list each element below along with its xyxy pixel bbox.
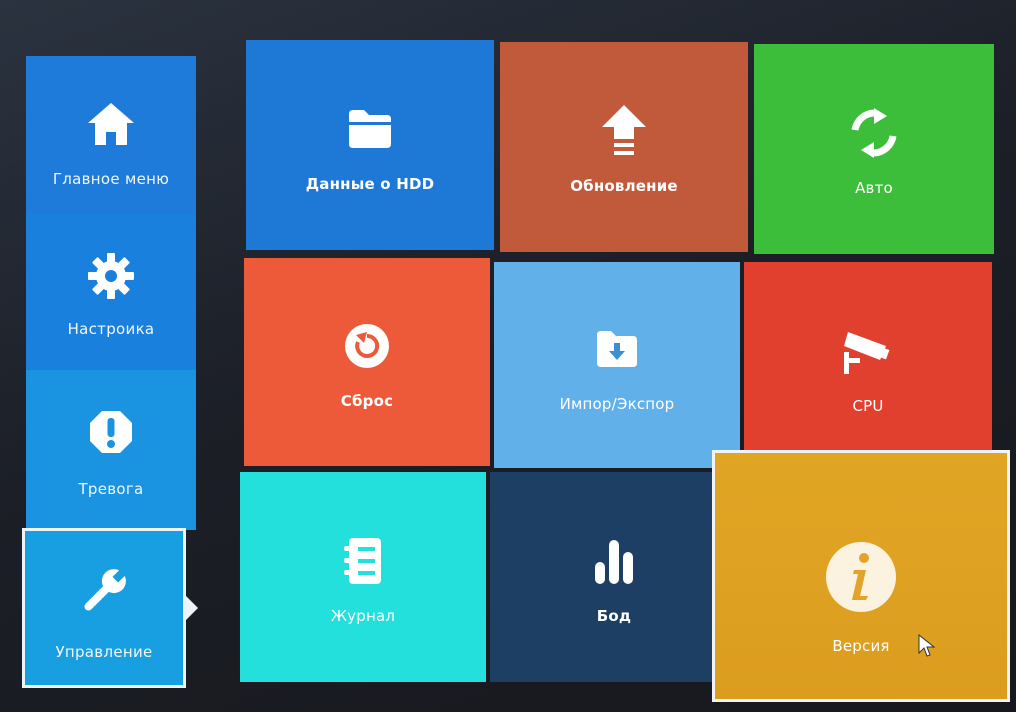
sidebar-item-label: Главное меню <box>52 170 170 188</box>
sidebar-item-main-menu[interactable]: Главное меню <box>26 56 196 232</box>
folder-icon <box>347 97 393 161</box>
tile-label: Бод <box>596 607 632 625</box>
sidebar-item-management[interactable]: Управление <box>22 528 186 688</box>
tile-auto[interactable]: Авто <box>754 44 994 254</box>
reset-icon <box>343 314 391 378</box>
log-icon <box>341 529 385 593</box>
tile-baud[interactable]: Бод <box>490 472 738 682</box>
camera-icon <box>842 319 894 383</box>
sidebar-item-alarm[interactable]: Тревога <box>26 370 196 530</box>
sidebar-item-settings[interactable]: Настроика <box>26 214 196 374</box>
tile-cpu[interactable]: CPU <box>744 262 992 472</box>
tile-label: Данные о HDD <box>305 175 435 193</box>
tile-label: CPU <box>852 397 884 415</box>
tile-label: Обновление <box>570 177 678 195</box>
tile-log[interactable]: Журнал <box>240 472 486 682</box>
home-icon <box>86 96 136 152</box>
tile-hdd-info[interactable]: Данные о HDD <box>246 40 494 250</box>
mouse-cursor-icon <box>918 633 936 662</box>
tile-label: Сброс <box>340 392 394 410</box>
dvr-management-screen: Главное меню Настроика Тревога Управлени… <box>0 0 1016 712</box>
wrench-icon <box>78 563 130 619</box>
tile-version[interactable]: Версия <box>712 450 1010 702</box>
tile-update[interactable]: Обновление <box>500 42 748 252</box>
bar-chart-icon <box>592 529 636 593</box>
tile-label: Авто <box>855 179 893 197</box>
alert-icon <box>88 404 134 460</box>
tile-reset[interactable]: Сброс <box>244 258 490 466</box>
info-icon <box>822 537 900 617</box>
upload-arrow-icon <box>600 99 648 163</box>
refresh-icon <box>849 101 899 165</box>
folder-download-icon <box>595 317 639 381</box>
tile-import-export[interactable]: Импор/Экспор <box>494 262 740 468</box>
tile-label: Версия <box>832 637 890 655</box>
tile-label: Журнал <box>330 607 396 625</box>
sidebar-item-label: Управление <box>55 643 153 661</box>
sidebar-item-label: Тревога <box>78 480 144 498</box>
selection-pointer <box>186 596 198 620</box>
sidebar-item-label: Настроика <box>67 320 155 338</box>
gear-icon <box>87 248 135 304</box>
tile-label: Импор/Экспор <box>559 395 675 413</box>
